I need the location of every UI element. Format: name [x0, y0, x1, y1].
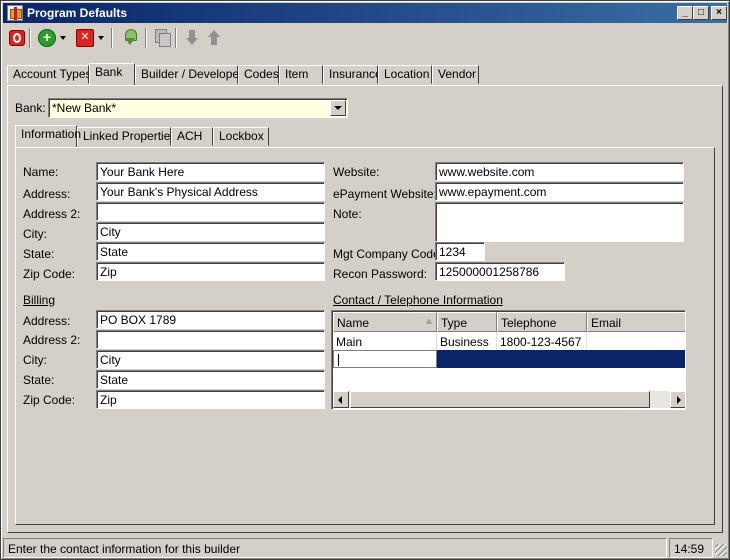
epayment-website-field[interactable]: www.epayment.com: [435, 182, 684, 201]
billing-address-field[interactable]: PO BOX 1789: [96, 310, 325, 329]
bank-selector-combo[interactable]: *New Bank*: [48, 98, 348, 118]
maximize-button[interactable]: □: [693, 6, 709, 20]
program-defaults-window: Program Defaults _ □ × Account Types Ban…: [0, 0, 730, 560]
toolbar: [5, 25, 725, 51]
toolbar-separator: [145, 28, 147, 48]
billing-address2-field[interactable]: [96, 330, 325, 349]
delete-icon[interactable]: [75, 28, 94, 47]
tab-codes[interactable]: Codes: [238, 65, 279, 84]
billing-zip-code-field[interactable]: Zip: [96, 390, 325, 409]
table-cell-telephone[interactable]: 1800-123-4567: [497, 332, 587, 351]
add-dropdown-arrow-icon[interactable]: [59, 28, 67, 46]
table-cell-name[interactable]: Main: [333, 332, 437, 351]
chevron-down-icon[interactable]: [330, 100, 346, 116]
address-label: Address:: [23, 187, 71, 201]
tab-builder-developer[interactable]: Builder / Developer: [135, 65, 243, 84]
scrollbar-thumb[interactable]: [350, 391, 650, 408]
name-field[interactable]: Your Bank Here: [96, 162, 325, 181]
toolbar-separator: [175, 28, 177, 48]
city-field[interactable]: City: [96, 222, 325, 241]
column-header-name[interactable]: Name: [333, 312, 437, 332]
close-button[interactable]: ×: [711, 6, 727, 20]
column-header-type[interactable]: Type: [437, 312, 497, 332]
column-header-telephone[interactable]: Telephone: [497, 312, 587, 332]
toolbar-separator: [29, 28, 31, 48]
bank-selector-value: *New Bank*: [52, 101, 117, 115]
sub-tab-strip: Information Linked Properties ACH Lockbo…: [15, 125, 715, 147]
tab-ach[interactable]: ACH: [171, 127, 213, 146]
tab-account-types[interactable]: Account Types: [7, 65, 92, 84]
column-header-email[interactable]: Email: [587, 312, 685, 332]
billing-heading: Billing: [23, 293, 56, 307]
bank-selector-label: Bank:: [15, 101, 46, 115]
sort-ascending-icon: [426, 318, 432, 324]
city-label: City:: [23, 227, 47, 241]
recon-password-label: Recon Password:: [333, 267, 428, 281]
title-bar: Program Defaults _ □ ×: [3, 3, 727, 23]
add-icon[interactable]: [37, 28, 56, 47]
delete-dropdown-arrow-icon[interactable]: [97, 28, 105, 46]
zip-code-label: Zip Code:: [23, 267, 76, 281]
horizontal-scrollbar[interactable]: [333, 391, 685, 408]
scroll-right-icon[interactable]: [670, 391, 685, 408]
table-cell-email[interactable]: [587, 332, 685, 351]
epayment-website-label: ePayment Website:: [333, 187, 437, 201]
main-tab-strip: Account Types Bank Builder / Developer C…: [7, 63, 723, 85]
address2-field[interactable]: [96, 202, 325, 221]
billing-city-field[interactable]: City: [96, 350, 325, 369]
mgt-company-code-field[interactable]: 1234: [435, 242, 485, 261]
tab-item[interactable]: Item: [279, 65, 323, 84]
scroll-left-icon[interactable]: [333, 391, 349, 408]
state-field[interactable]: State: [96, 242, 325, 261]
mgt-company-code-label: Mgt Company Code:: [333, 247, 444, 261]
tab-information[interactable]: Information: [15, 125, 81, 147]
text-caret: [338, 354, 339, 366]
download-icon[interactable]: [121, 28, 139, 46]
tab-location[interactable]: Location: [378, 65, 432, 84]
billing-address-label: Address:: [23, 314, 71, 328]
billing-zip-code-label: Zip Code:: [23, 393, 76, 407]
tab-bank[interactable]: Bank: [89, 63, 135, 85]
contact-telephone-heading: Contact / Telephone Information: [333, 293, 503, 307]
tab-lockbox[interactable]: Lockbox: [213, 127, 269, 146]
column-header-name-label: Name: [337, 316, 370, 330]
tab-linked-properties[interactable]: Linked Properties: [77, 127, 176, 146]
address2-label: Address 2:: [23, 207, 81, 221]
window-title: Program Defaults: [27, 6, 128, 20]
billing-state-label: State:: [23, 373, 55, 387]
billing-address2-label: Address 2:: [23, 333, 81, 347]
billing-city-label: City:: [23, 353, 47, 367]
status-bar: Enter the contact information for this b…: [3, 538, 727, 558]
recon-password-field[interactable]: 125000001258786: [435, 262, 565, 281]
website-label: Website:: [333, 165, 380, 179]
tab-insurance[interactable]: Insurance: [323, 65, 382, 84]
power-icon[interactable]: [7, 28, 25, 46]
website-field[interactable]: www.website.com: [435, 162, 684, 181]
contact-grid[interactable]: Name Type Telephone Email Main Business …: [331, 310, 686, 410]
move-up-icon[interactable]: [205, 28, 223, 46]
status-message: Enter the contact information for this b…: [3, 538, 667, 558]
name-label: Name:: [23, 165, 59, 179]
note-label: Note:: [333, 207, 362, 221]
toolbar-separator: [111, 28, 113, 48]
resize-grip-icon[interactable]: [715, 544, 727, 556]
table-cell-type[interactable]: Business: [437, 332, 497, 351]
state-label: State:: [23, 247, 55, 261]
app-icon: [7, 5, 23, 21]
minimize-button[interactable]: _: [677, 6, 693, 20]
move-down-icon[interactable]: [183, 28, 201, 46]
zip-code-field[interactable]: Zip: [96, 262, 325, 281]
note-textarea[interactable]: [435, 202, 684, 242]
status-time: 14:59: [669, 538, 713, 558]
copy-icon[interactable]: [153, 28, 171, 47]
new-row-name-editor[interactable]: [333, 350, 437, 368]
address-field[interactable]: Your Bank's Physical Address: [96, 182, 325, 201]
tab-vendor[interactable]: Vendor: [432, 65, 479, 84]
billing-state-field[interactable]: State: [96, 370, 325, 389]
